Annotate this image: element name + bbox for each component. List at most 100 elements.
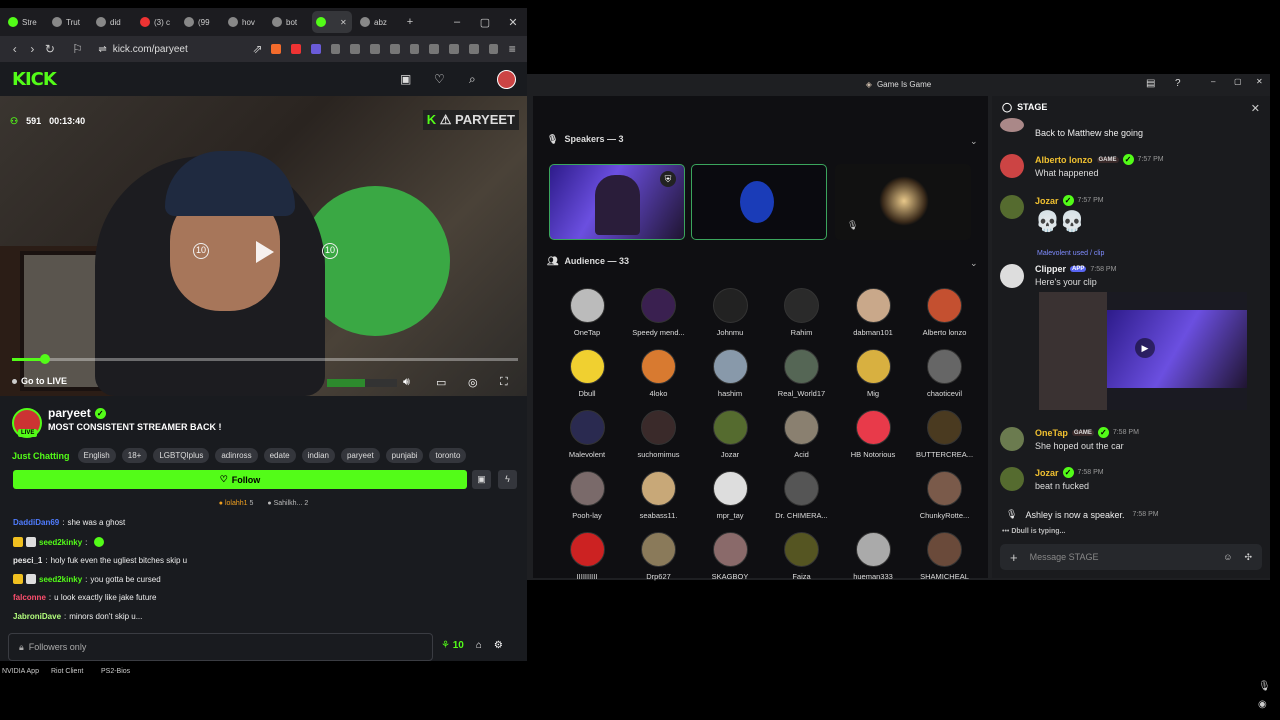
audience-member[interactable]: hueman333 — [837, 532, 909, 581]
maximize-button[interactable]: ▢ — [1234, 77, 1242, 86]
forward-10-icon[interactable]: 10 — [322, 243, 338, 259]
audience-member[interactable]: ChunkyRotte... — [909, 471, 981, 520]
tab-4[interactable]: (3) c — [136, 11, 176, 33]
gift-icon[interactable]: ▣ — [400, 72, 411, 86]
audience-member[interactable]: Dbull — [551, 349, 623, 398]
audience-member[interactable]: Real_World17 — [766, 349, 838, 398]
follow-button[interactable]: ♡ Follow — [13, 470, 467, 489]
tag-pill[interactable]: edate — [263, 448, 296, 463]
puzzle-icon[interactable] — [350, 44, 361, 54]
message-input[interactable]: + Message STAGE ☺ ✣ — [1000, 544, 1262, 570]
points-button[interactable]: ⚘ 10 — [441, 640, 464, 651]
username[interactable]: Jozar — [1035, 196, 1059, 206]
wallet-icon[interactable] — [449, 44, 459, 54]
tab-2[interactable]: Trut — [48, 11, 88, 33]
tag-pill[interactable]: English — [77, 448, 116, 463]
audience-member[interactable]: Jozar — [694, 410, 766, 459]
tab-1[interactable]: Stre — [4, 11, 44, 33]
clip-video[interactable]: ▶ — [1107, 310, 1247, 388]
bot-avatar[interactable] — [1000, 264, 1024, 288]
help-icon[interactable]: ? — [1175, 78, 1181, 89]
streamer-name-row[interactable]: paryeet ✓ — [48, 406, 106, 420]
video-player[interactable]: ⚇ 591 00:13:40 K ⚠ PARYEET 10 10 Go to L… — [0, 96, 527, 396]
extension-icon[interactable] — [330, 44, 341, 54]
user-avatar[interactable] — [1000, 118, 1024, 132]
seek-handle[interactable] — [39, 354, 50, 364]
tag-pill[interactable]: toronto — [429, 448, 467, 463]
download-icon[interactable] — [389, 44, 400, 54]
store-icon[interactable]: ⌂ — [476, 640, 482, 651]
chat-input[interactable]: 🔒︎ Followers only — [8, 633, 433, 661]
clip-icon[interactable]: ◎ — [468, 376, 478, 389]
search-icon[interactable]: ⌕ — [469, 72, 476, 87]
audience-member[interactable]: Pooh-lay — [551, 471, 623, 520]
audience-member[interactable]: Mig — [837, 349, 909, 398]
brave-shield-icon[interactable] — [271, 44, 282, 54]
heart-icon[interactable]: ♡ — [434, 72, 445, 86]
reload-icon[interactable]: ↻ — [41, 42, 59, 56]
audience-member[interactable]: chaoticevil — [909, 349, 981, 398]
location-tray-icon[interactable]: ◉ — [1258, 699, 1267, 710]
share-icon[interactable]: ⇗ — [249, 42, 267, 56]
tag-pill[interactable]: LGBTQIplus — [153, 448, 210, 463]
speakers-header[interactable]: 🎙︎ Speakers — 3 — [547, 134, 623, 145]
tag-pill[interactable]: indian — [301, 448, 335, 463]
audience-member[interactable]: Dr. CHIMERA... — [766, 471, 838, 520]
fullscreen-icon[interactable]: ⛶ — [500, 376, 508, 389]
go-to-live-button[interactable]: Go to LIVE — [12, 376, 67, 386]
audience-member[interactable]: BUTTERCREA... — [909, 410, 981, 459]
user-avatar[interactable] — [1000, 154, 1024, 178]
username[interactable]: OneTap — [1035, 428, 1068, 438]
username[interactable]: Jozar — [1035, 468, 1059, 478]
user-avatar[interactable] — [1000, 467, 1024, 491]
emoji-icon[interactable]: ☺ — [1223, 552, 1232, 562]
audience-member[interactable]: Rahim — [766, 288, 838, 337]
tag-pill[interactable]: paryeet — [340, 448, 380, 463]
tag-pill[interactable]: punjabi — [385, 448, 424, 463]
settings-gear-icon[interactable]: ⚙ — [494, 640, 503, 651]
vpn-icon[interactable] — [488, 44, 499, 54]
apps-icon[interactable]: ✣ — [1244, 552, 1252, 563]
bookmark-icon[interactable]: ⚐ — [69, 42, 87, 56]
close-tab-icon[interactable]: ✕ — [340, 18, 347, 27]
volume-icon[interactable]: 🔊︎ — [403, 376, 410, 389]
audience-member[interactable]: IIIIIIIIII — [551, 532, 623, 581]
play-icon[interactable] — [256, 241, 274, 263]
sidebar-icon[interactable] — [429, 44, 440, 54]
new-tab-button[interactable]: + — [396, 16, 424, 28]
extension-icon[interactable] — [370, 44, 380, 54]
audience-header[interactable]: 👥︎ Audience — 33 — [547, 256, 629, 267]
inbox-icon[interactable]: ▤ — [1146, 78, 1155, 89]
chevron-down-icon[interactable]: ⌄ — [970, 258, 978, 269]
audience-member[interactable]: Alberto lonzo — [909, 288, 981, 337]
user-avatar[interactable] — [1000, 427, 1024, 451]
audience-member[interactable]: Faiza — [766, 532, 838, 581]
url-field[interactable]: ⇌ kick.com/paryeet — [92, 39, 248, 59]
seek-bar[interactable] — [12, 354, 518, 364]
menu-icon[interactable]: ≡ — [503, 42, 521, 56]
speaker-tile[interactable] — [691, 164, 827, 240]
tab-9[interactable]: abz — [356, 11, 396, 33]
rewind-10-icon[interactable]: 10 — [193, 243, 209, 259]
close-window-button[interactable]: ✕ — [499, 16, 527, 29]
audience-member[interactable]: suchomimus — [623, 410, 695, 459]
music-icon[interactable] — [409, 44, 420, 54]
chevron-down-icon[interactable]: ⌄ — [970, 136, 978, 147]
tab-active[interactable]: ✕ — [312, 11, 352, 33]
tab-6[interactable]: hov — [224, 11, 264, 33]
rewards-icon[interactable] — [291, 44, 301, 54]
tag-pill[interactable]: 18+ — [121, 448, 148, 463]
gift-sub-button[interactable]: ▣ — [472, 470, 491, 489]
audience-member[interactable]: mpr_tay — [694, 471, 766, 520]
mic-tray-icon[interactable]: 🎙︎ — [1258, 681, 1271, 692]
audience-member[interactable]: Acid — [766, 410, 838, 459]
audience-member[interactable]: Drp627 — [623, 532, 695, 581]
slash-command[interactable]: / clip — [1090, 250, 1104, 257]
tab-7[interactable]: bot — [268, 11, 308, 33]
streamer-name[interactable]: paryeet — [48, 406, 91, 420]
audience-member[interactable]: hashim — [694, 349, 766, 398]
audience-member[interactable]: Johnmu — [694, 288, 766, 337]
audience-member[interactable]: HB Notorious — [837, 410, 909, 459]
audience-member[interactable]: Speedy mend... — [623, 288, 695, 337]
desktop-icon-label[interactable]: PS2-Bios — [101, 668, 130, 675]
